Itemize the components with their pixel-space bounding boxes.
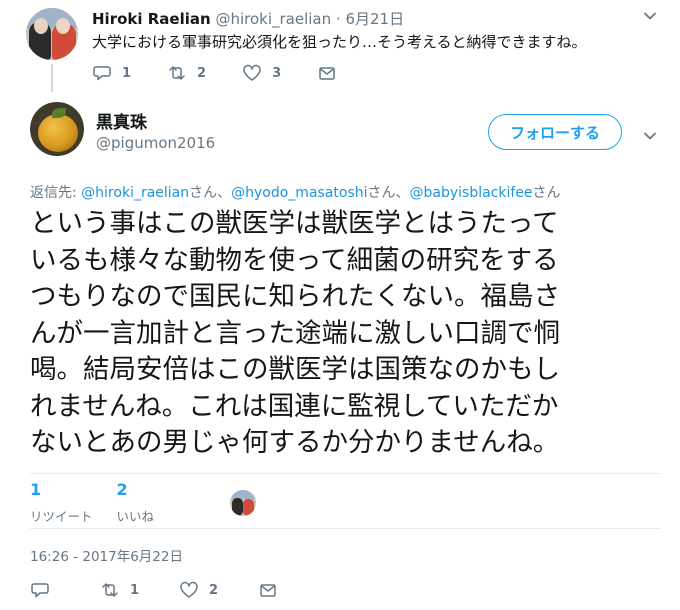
tweet-timestamp[interactable]: 16:26 - 2017年6月22日 (30, 545, 183, 565)
chevron-down-icon[interactable] (640, 126, 660, 146)
avatar[interactable] (26, 8, 78, 60)
direct-message-icon (319, 67, 335, 80)
author-handle[interactable]: @pigumon2016 (96, 134, 215, 152)
tweet-actions: 1 2 3 (92, 63, 383, 83)
author-name[interactable]: Hiroki Raelian (92, 10, 211, 28)
mention-suffix: さん、 (189, 185, 232, 201)
divider (30, 528, 660, 529)
like-icon (180, 581, 198, 598)
liker-avatar[interactable] (230, 490, 256, 516)
mention-link[interactable]: @hiroki_raelian (81, 185, 189, 201)
like-count: 3 (272, 65, 282, 81)
tweet-text-line: んが一言加計と言った途端に激しい口調で恫 (30, 317, 560, 349)
like-button[interactable]: 2 (179, 580, 218, 600)
context-tweet-header: Hiroki Raelian @hiroki_raelian · 6月21日 (92, 8, 404, 29)
reply-icon (31, 583, 49, 598)
tweet-text-line: れませんね。これは国連に監視していただか (30, 390, 559, 422)
tweet-text-line: という事はこの獣医学は獣医学とはうたって (30, 208, 559, 239)
reply-icon (93, 66, 111, 81)
reply-button[interactable]: 1 (92, 63, 131, 83)
tweet-text-line: つもりなので国民に知られたくない。福島さ (30, 281, 560, 312)
tweet-text-line: 喝。結局安倍はこの獣医学は国策なのかもし (30, 354, 560, 385)
mention-suffix: さん、 (367, 185, 410, 201)
direct-message-button[interactable] (317, 63, 347, 83)
reply-count: 1 (122, 65, 132, 81)
retweet-count: 2 (197, 65, 207, 81)
tweet-text: 大学における軍事研究必須化を狙ったり…そう考えると納得できますね。 (92, 33, 587, 51)
author-name[interactable]: 黒真珠 (96, 108, 147, 133)
tweet-stats: 1 リツイート 2 いいね (30, 480, 178, 525)
mention-suffix: さん (532, 185, 561, 201)
like-stat-label: いいね (116, 509, 155, 524)
retweet-stat[interactable]: 1 リツイート (30, 480, 93, 525)
retweet-stat-count: 1 (30, 480, 42, 499)
retweet-button[interactable]: 2 (167, 63, 206, 83)
chevron-down-icon[interactable] (640, 6, 660, 26)
tweet-actions: 1 2 (30, 580, 328, 600)
mention-link[interactable]: @hyodo_masatoshi (231, 185, 367, 201)
direct-message-button[interactable] (258, 580, 288, 600)
tweet-text: という事はこの獣医学は獣医学とはうたって いるも様々な動物を使って細菌の研究をす… (30, 206, 660, 462)
separator-dot: · (335, 10, 341, 28)
retweet-stat-label: リツイート (30, 509, 93, 524)
context-tweet[interactable]: Hiroki Raelian @hiroki_raelian · 6月21日 大… (0, 0, 680, 92)
retweet-count: 1 (130, 582, 140, 598)
avatar[interactable] (30, 102, 84, 156)
follow-button[interactable]: フォローする (488, 114, 622, 150)
divider (30, 473, 660, 474)
retweet-icon (102, 583, 118, 597)
retweet-button[interactable]: 1 (100, 580, 139, 600)
author-handle[interactable]: @hiroki_raelian (215, 10, 331, 28)
like-count: 2 (209, 582, 219, 598)
direct-message-icon (260, 584, 276, 597)
like-button[interactable]: 3 (242, 63, 281, 83)
mention-link[interactable]: @babyisblackifee (410, 185, 533, 201)
retweet-icon (169, 66, 185, 80)
like-stat[interactable]: 2 いいね (117, 480, 155, 525)
tweet-text-line: ないとあの男じゃ何するか分かりませんね。 (30, 427, 560, 458)
like-stat-count: 2 (116, 480, 128, 499)
tweet-text-line: いるも様々な動物を使って細菌の研究をする (30, 244, 559, 276)
replying-to-prefix: 返信先: (30, 185, 77, 201)
like-icon (243, 64, 261, 81)
thread-line (51, 64, 53, 92)
replying-to: 返信先: @hiroki_raelianさん、@hyodo_masatoshiさ… (30, 182, 561, 202)
tweet-date[interactable]: 6月21日 (345, 10, 404, 28)
reply-button[interactable] (30, 580, 60, 600)
